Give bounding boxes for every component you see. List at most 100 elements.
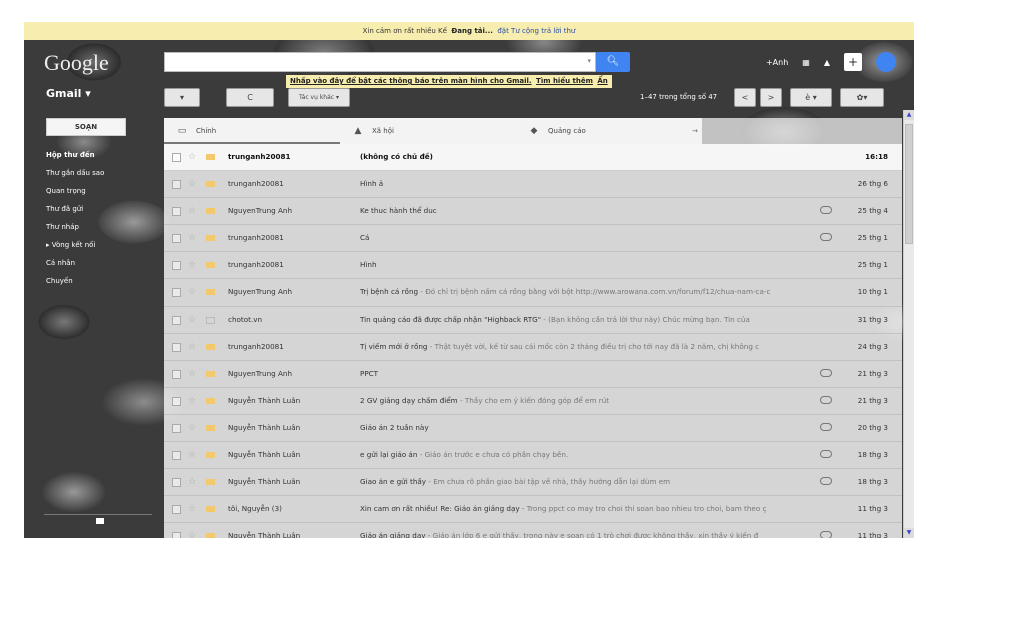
next-page-button[interactable]: > (760, 88, 782, 107)
star-icon[interactable]: ☆ (188, 205, 196, 217)
row-checkbox[interactable] (172, 342, 181, 352)
important-marker-icon[interactable] (206, 506, 215, 513)
settings-button[interactable]: ✿▾ (840, 88, 884, 107)
sidebar-item-important[interactable]: Quan trọng (46, 182, 154, 200)
row-checkbox[interactable] (172, 532, 181, 538)
refresh-button[interactable]: C (226, 88, 274, 107)
star-icon[interactable]: ☆ (188, 395, 196, 407)
star-icon[interactable]: ☆ (188, 151, 196, 163)
row-checkbox[interactable] (172, 153, 181, 162)
row-checkbox[interactable] (172, 396, 181, 406)
important-marker-icon[interactable] (206, 262, 215, 269)
compose-button[interactable]: SOẠN (46, 118, 126, 136)
row-checkbox[interactable] (172, 478, 181, 488)
important-marker-icon[interactable] (206, 452, 215, 459)
scrollbar[interactable]: ▲ ▼ (903, 110, 914, 538)
email-row[interactable]: ☆ Nguyễn Thành Luân Giao án e gửi thầy - E… (164, 469, 902, 497)
row-checkbox[interactable] (172, 207, 181, 217)
tab-social[interactable]: ▲ Xã hội (352, 118, 522, 144)
user-link[interactable]: +Anh (766, 58, 788, 67)
row-checkbox[interactable] (172, 234, 181, 244)
sidebar-item-drafts[interactable]: Thư nháp (46, 218, 154, 236)
row-checkbox[interactable] (172, 423, 181, 433)
apps-icon[interactable]: ▦ (802, 58, 810, 67)
more-actions-button[interactable]: Tác vụ khác ▾ (288, 88, 350, 107)
row-checkbox[interactable] (172, 261, 181, 271)
select-all-checkbox[interactable]: ▾ (164, 88, 200, 107)
important-marker-icon[interactable] (206, 289, 215, 296)
important-marker-icon[interactable] (206, 424, 215, 431)
google-logo[interactable]: Google (44, 50, 109, 76)
hide-link[interactable]: Ẩn (597, 77, 607, 85)
star-icon[interactable]: ☆ (188, 286, 196, 298)
gmail-menu[interactable]: Gmail ▾ (46, 87, 91, 100)
important-marker-icon[interactable] (206, 316, 215, 324)
important-marker-icon[interactable] (206, 370, 215, 377)
email-row[interactable]: ☆ trunganh20081 Cá 25 thg 1 (164, 225, 902, 253)
important-marker-icon[interactable] (206, 533, 215, 538)
row-checkbox[interactable] (172, 180, 181, 190)
sidebar-item-circles[interactable]: ▸ Vòng kết nối (46, 236, 154, 254)
sidebar-item-sent[interactable]: Thư đã gửi (46, 200, 154, 218)
sidebar-item-inbox[interactable]: Hộp thư đến (46, 146, 154, 164)
row-checkbox[interactable] (172, 369, 181, 379)
tabs-more-icon[interactable]: → (692, 118, 698, 144)
notice-link[interactable]: đặt Tư cộng trả lời thư (497, 27, 575, 35)
star-icon[interactable]: ☆ (188, 232, 196, 244)
email-row[interactable]: ☆ NguyenTrung Anh Ke thuc hành thể duc 25 t… (164, 198, 902, 226)
search-button[interactable]: 🔍︎ (596, 52, 630, 72)
sidebar-item-starred[interactable]: Thư gắn dấu sao (46, 164, 154, 182)
tab-promotions[interactable]: ◆ Quảng cáo (528, 118, 688, 144)
search-options-icon[interactable]: ▾ (587, 57, 591, 65)
email-row[interactable]: ☆ Nguyễn Thành Luân 2 GV giảng dạy chấm đi… (164, 387, 902, 415)
star-icon[interactable]: ☆ (188, 476, 196, 488)
row-checkbox[interactable] (172, 451, 181, 461)
important-marker-icon[interactable] (206, 479, 215, 486)
tab-primary[interactable]: ▭ Chính (164, 118, 340, 144)
important-marker-icon[interactable] (206, 208, 215, 215)
email-row[interactable]: ☆ trunganh20081 Tị viếm mới ở rồng - Thật … (164, 333, 902, 361)
important-marker-icon[interactable] (206, 235, 215, 242)
scroll-thumb[interactable] (905, 124, 913, 244)
chat-icon[interactable] (96, 518, 104, 524)
star-icon[interactable]: ☆ (188, 449, 196, 461)
email-row[interactable]: ☆ trunganh20081 Hình ả 26 thg 6 (164, 171, 902, 199)
email-row[interactable]: ☆ trunganh20081 Hình 25 thg 1 (164, 252, 902, 280)
star-icon[interactable]: ☆ (188, 314, 196, 326)
scroll-down-icon[interactable]: ▼ (904, 528, 914, 538)
star-icon[interactable]: ☆ (188, 178, 196, 190)
row-checkbox[interactable] (172, 315, 181, 325)
email-row[interactable]: ☆ trunganh20081 (không có chủ đề) 16:18 (164, 144, 902, 172)
email-subject-line: Tin quảng cáo đã được chấp nhận "Highbac… (360, 307, 810, 333)
scroll-up-icon[interactable]: ▲ (904, 110, 914, 120)
learn-more-link[interactable]: Tìm hiểu thêm (536, 77, 593, 85)
important-marker-icon[interactable] (206, 154, 215, 160)
prev-page-button[interactable]: < (734, 88, 756, 107)
important-marker-icon[interactable] (206, 397, 215, 404)
share-button[interactable]: + (844, 53, 862, 71)
star-icon[interactable]: ☆ (188, 259, 196, 271)
star-icon[interactable]: ☆ (188, 530, 196, 538)
search-input[interactable]: ▾ (164, 52, 596, 72)
email-row[interactable]: ☆ tôi, Nguyễn (3) Xin cam ơn rất nhiều! Re… (164, 496, 902, 524)
email-row[interactable]: ☆ chotot.vn Tin quảng cáo đã được chấp nhậ… (164, 306, 902, 334)
input-tools-button[interactable]: è ▾ (790, 88, 832, 107)
avatar[interactable] (876, 52, 896, 72)
notifications-icon[interactable]: ▲ (824, 58, 830, 67)
row-checkbox[interactable] (172, 288, 181, 298)
email-row[interactable]: ☆ Nguyễn Thành Luân e gửi lại giáo án - Gi… (164, 442, 902, 470)
email-row[interactable]: ☆ Nguyễn Thành Luân Giáo án 2 tuần này 20 t… (164, 414, 902, 443)
important-marker-icon[interactable] (206, 181, 215, 188)
email-row[interactable]: ☆ Nguyễn Thành Luân Giáo án giảng dạy - Gi… (164, 523, 902, 538)
enable-notifications-link[interactable]: Nhấp vào đây để bật các thông báo trên m… (290, 77, 532, 85)
row-checkbox[interactable] (172, 505, 181, 515)
sidebar-item-personal[interactable]: Cá nhân (46, 254, 154, 272)
star-icon[interactable]: ☆ (188, 503, 196, 515)
sidebar-item-travel[interactable]: Chuyến (46, 272, 154, 290)
email-row[interactable]: ☆ NguyenTrung Anh PPCT 21 thg 3 (164, 360, 902, 388)
important-marker-icon[interactable] (206, 343, 215, 350)
email-row[interactable]: ☆ NguyenTrung Anh Trị bệnh cá rồng - Đó ch… (164, 279, 902, 307)
star-icon[interactable]: ☆ (188, 422, 196, 434)
star-icon[interactable]: ☆ (188, 368, 196, 380)
star-icon[interactable]: ☆ (188, 341, 196, 353)
